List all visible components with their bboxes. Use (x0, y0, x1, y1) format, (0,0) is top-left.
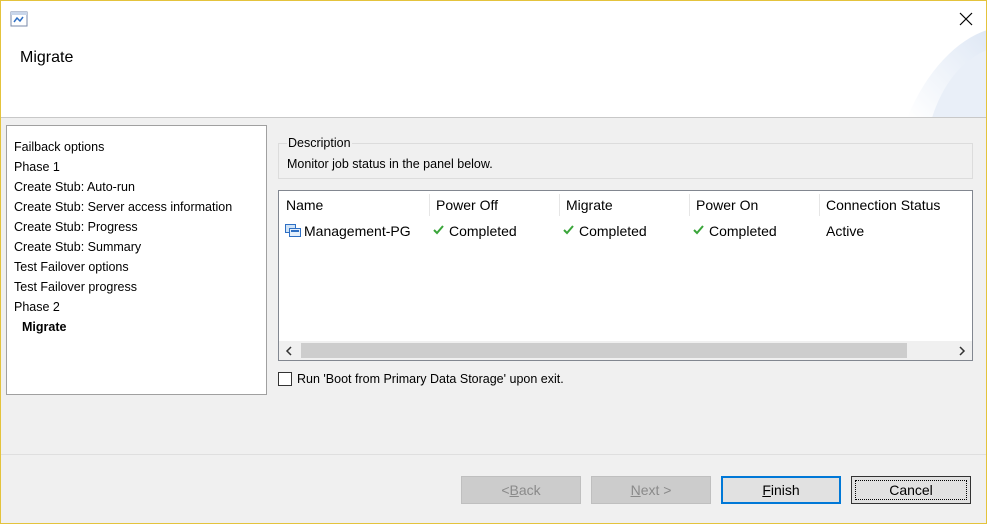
cell-power-off: Completed (433, 219, 517, 243)
wizard-step: Phase 1 (14, 160, 60, 174)
back-label: ack (518, 482, 541, 498)
close-icon (959, 12, 973, 26)
finish-button[interactable]: Finish (721, 476, 841, 504)
chevron-left-icon (285, 345, 292, 356)
back-prefix: < (501, 482, 510, 498)
job-status-table[interactable]: Name Power Off Migrate Power On Connecti… (278, 190, 973, 361)
power-off-status: Completed (449, 223, 517, 239)
footer-divider (0, 454, 987, 455)
scroll-thumb[interactable] (301, 343, 907, 358)
check-icon (433, 224, 444, 234)
description-text: Monitor job status in the panel below. (287, 157, 493, 171)
boot-option-row[interactable]: Run 'Boot from Primary Data Storage' upo… (278, 372, 564, 386)
close-button[interactable] (953, 6, 979, 32)
boot-from-primary-label[interactable]: Run 'Boot from Primary Data Storage' upo… (297, 372, 564, 386)
check-icon (693, 224, 704, 234)
wizard-step: Create Stub: Progress (14, 220, 138, 234)
column-header-power-off[interactable]: Power Off (429, 191, 559, 219)
chevron-right-icon (959, 345, 966, 356)
vm-name: Management-PG (304, 223, 411, 239)
wizard-steps-list: Failback options Phase 1 Create Stub: Auto… (6, 125, 267, 395)
column-header-power-on[interactable]: Power On (689, 191, 819, 219)
scroll-left-button[interactable] (279, 341, 299, 360)
back-button[interactable]: < Back (461, 476, 581, 504)
power-on-status: Completed (709, 223, 777, 239)
check-icon (563, 224, 574, 234)
table-row[interactable]: Management-PG Completed Completed Comple… (279, 219, 972, 243)
wizard-step: Test Failover options (14, 260, 129, 274)
cell-connection-status: Active (826, 223, 865, 239)
wizard-step: Migrate (22, 320, 67, 334)
finish-label: inish (770, 482, 800, 498)
description-legend: Description (287, 136, 352, 150)
column-header-connection-status[interactable]: Connection Status (819, 191, 972, 219)
cell-migrate: Completed (563, 219, 647, 243)
next-mnemonic: N (630, 482, 641, 498)
finish-mnemonic: F (762, 482, 771, 498)
horizontal-scrollbar[interactable] (279, 341, 972, 360)
cancel-button[interactable]: Cancel (851, 476, 971, 504)
cancel-label: Cancel (889, 482, 933, 498)
back-mnemonic: B (509, 482, 519, 498)
wizard-step: Failback options (14, 140, 105, 154)
wizard-step: Create Stub: Summary (14, 240, 142, 254)
scroll-right-button[interactable] (952, 341, 972, 360)
wizard-step: Create Stub: Server access information (14, 200, 233, 214)
boot-from-primary-checkbox[interactable] (278, 372, 292, 386)
migrate-status: Completed (579, 223, 647, 239)
column-header-migrate[interactable]: Migrate (559, 191, 689, 219)
column-header-name[interactable]: Name (279, 191, 429, 219)
header-decoration (907, 30, 987, 117)
cell-name: Management-PG (285, 219, 411, 243)
wizard-app-icon (10, 11, 28, 27)
table-header: Name Power Off Migrate Power On Connecti… (279, 191, 972, 219)
next-button[interactable]: Next > (591, 476, 711, 504)
server-group-icon (285, 224, 301, 237)
wizard-step: Test Failover progress (14, 280, 137, 294)
wizard-header: Migrate (0, 0, 987, 118)
cell-power-on: Completed (693, 219, 777, 243)
wizard-step: Create Stub: Auto-run (14, 180, 135, 194)
wizard-step: Phase 2 (14, 300, 60, 314)
next-label: ext > (640, 482, 672, 498)
page-title: Migrate (20, 49, 74, 66)
